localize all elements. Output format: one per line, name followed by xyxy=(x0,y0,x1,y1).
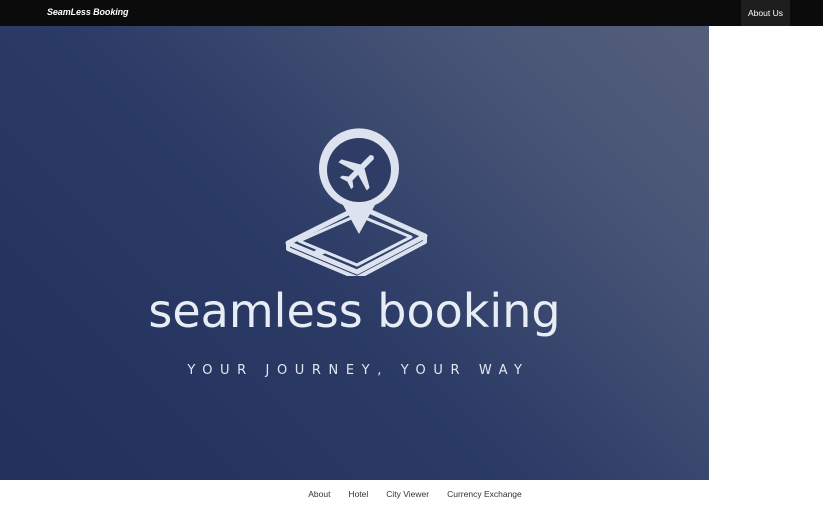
top-navbar: SeamLess Booking About Us xyxy=(0,0,823,26)
footer-link-city-viewer[interactable]: City Viewer xyxy=(386,489,429,499)
footer-link-about[interactable]: About xyxy=(308,489,330,499)
hero-banner: seamless booking YOUR JOURNEY, YOUR WAY xyxy=(0,26,709,480)
footer-links: About Hotel City Viewer Currency Exchang… xyxy=(0,489,823,499)
airplane-location-pin-on-phone-icon xyxy=(285,128,428,276)
brand-link[interactable]: SeamLess Booking xyxy=(47,7,129,17)
footer-link-hotel[interactable]: Hotel xyxy=(348,489,368,499)
hero-tagline: YOUR JOURNEY, YOUR WAY xyxy=(187,363,530,378)
hero-title: seamless booking xyxy=(148,284,561,338)
footer-link-currency-exchange[interactable]: Currency Exchange xyxy=(447,489,522,499)
about-us-nav-link[interactable]: About Us xyxy=(741,0,790,26)
